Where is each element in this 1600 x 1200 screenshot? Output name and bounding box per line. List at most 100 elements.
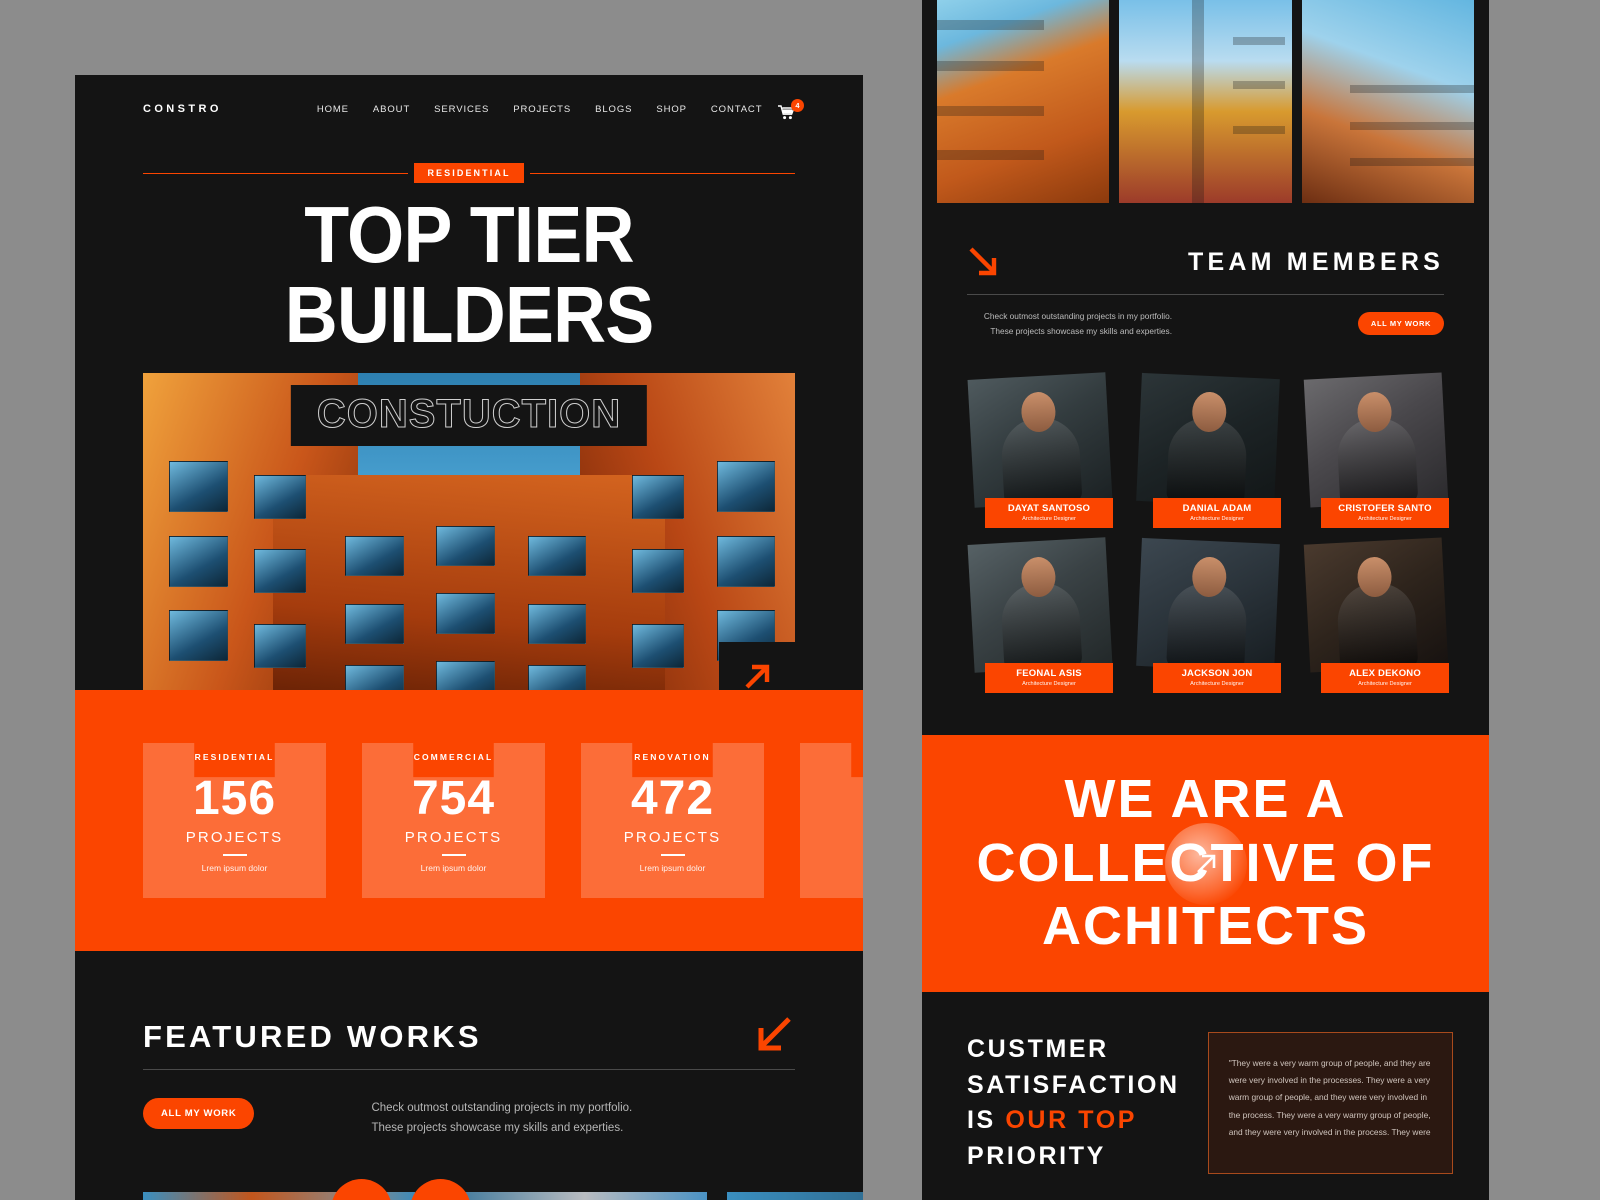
team-member-name: CRISTOFER SANTO [1338,503,1432,515]
team-member-card[interactable]: ALEX DEKONO Architecture Designer [1303,537,1449,694]
team-member-photo [967,372,1113,508]
architecture-photo [937,0,1110,203]
team-member-banner: FEONAL ASIS Architecture Designer [985,663,1113,694]
hero-section: RESIDENTIAL TOP TIER BUILDERS CONSTUCTIO… [75,163,863,1200]
nav-item-blogs[interactable]: BLOGS [595,104,632,115]
team-description: Check outmost outstanding projects in my… [983,311,1172,336]
team-section: TEAM MEMBERS Check outmost outstanding p… [922,203,1489,694]
carousel-next-button[interactable] [410,1179,471,1200]
satisfaction-line-3-accent: OUR TOP [1005,1106,1138,1135]
satisfaction-section: CUSTMER SATISFACTION IS OUR TOP PRIORITY… [922,992,1489,1175]
team-member-card[interactable]: FEONAL ASIS Architecture Designer [967,537,1113,694]
team-member-role: Architecture Designer [1358,516,1412,523]
satisfaction-line-4: PRIORITY [967,1141,1106,1170]
team-member-card[interactable]: JACKSON JON Architecture Designer [1135,537,1281,694]
stat-card[interactable]: COMMERCIAL 754 PROJECTS Lrem ipsum dolor [362,743,545,898]
arrow-down-right-icon[interactable] [967,245,1001,279]
team-member-role: Architecture Designer [1022,516,1076,523]
team-title: TEAM MEMBERS [1188,247,1444,276]
team-header: TEAM MEMBERS [967,203,1444,279]
featured-header: FEATURED WORKS [143,951,795,1055]
testimonial-text: "They were a very warm group of people, … [1228,1058,1431,1137]
arrow-down-left-icon[interactable] [753,1013,795,1055]
nav-links: HOME ABOUT SERVICES PROJECTS BLOGS SHOP … [317,104,763,115]
stat-subtext: Lrem ipsum dolor [420,862,487,873]
stat-subtext: Lrem ipsum dolor [639,862,706,873]
satisfaction-line-1: CUSTMER [967,1035,1109,1064]
hero-overlay-label: CONSTUCTION [290,385,648,446]
team-member-card[interactable]: DANIAL ADAM Architecture Designer [1135,372,1281,529]
team-all-my-work-button[interactable]: ALL MY WORK [1357,312,1444,336]
satisfaction-line-2: SATISFACTION [967,1070,1180,1099]
satisfaction-heading: CUSTMER SATISFACTION IS OUR TOP PRIORITY [967,1032,1180,1174]
team-member-name: DANIAL ADAM [1182,503,1252,515]
left-panel: CONSTRO HOME ABOUT SERVICES PROJECTS BLO… [75,75,863,1200]
nav-item-services[interactable]: SERVICES [434,104,489,115]
stat-card[interactable]: RESIDENTIAL 156 PROJECTS Lrem ipsum dolo… [143,743,326,898]
stats-list: RESIDENTIAL 156 PROJECTS Lrem ipsum dolo… [75,743,863,898]
stats-section: RESIDENTIAL 156 PROJECTS Lrem ipsum dolo… [75,690,863,951]
featured-title: FEATURED WORKS [143,1019,482,1054]
divider-left [143,172,409,174]
testimonial-box: "They were a very warm group of people, … [1207,1032,1453,1175]
nav-item-about[interactable]: ABOUT [373,104,410,115]
architecture-photo [1301,0,1474,203]
team-member-card[interactable]: DAYAT SANTOSO Architecture Designer [967,372,1113,529]
stat-divider [660,854,685,856]
stat-divider [222,854,247,856]
right-panel: TEAM MEMBERS Check outmost outstanding p… [922,0,1489,1200]
arrow-up-right-icon [1196,854,1215,873]
team-member-photo [1303,537,1449,673]
team-member-banner: ALEX DEKONO Architecture Designer [1321,663,1449,694]
stat-card-partial[interactable] [800,743,863,898]
team-member-photo [967,537,1113,673]
cart-button[interactable]: 4 [778,99,804,120]
carousel-prev-button[interactable] [331,1179,392,1200]
collective-banner: WE ARE A COLLECTIVE OF ACHITECTS [922,735,1489,993]
stat-label: RESIDENTIAL [194,752,275,762]
nav-item-contact[interactable]: CONTACT [711,104,763,115]
logo[interactable]: CONSTRO [143,103,222,115]
stat-unit: PROJECTS [185,829,284,846]
team-member-photo [1136,537,1280,673]
team-divider [967,294,1444,295]
hero-tagline-row: RESIDENTIAL [143,163,796,183]
stat-value: 472 [630,772,715,825]
team-member-banner: CRISTOFER SANTO Architecture Designer [1321,498,1449,529]
hero-carousel-controls [331,1179,471,1200]
nav-item-projects[interactable]: PROJECTS [513,104,571,115]
navbar: CONSTRO HOME ABOUT SERVICES PROJECTS BLO… [75,75,863,143]
architecture-photo-strip [922,0,1489,203]
arrow-up-right-icon [745,664,770,689]
nav-item-shop[interactable]: SHOP [656,104,687,115]
team-member-name: DAYAT SANTOSO [1007,503,1091,515]
cart-badge: 4 [791,99,804,112]
featured-description: Check outmost outstanding projects in my… [371,1102,633,1135]
stat-card[interactable]: RENOVATION 472 PROJECTS Lrem ipsum dolor [581,743,764,898]
banner-badge-button[interactable] [1164,822,1247,905]
team-member-card[interactable]: CRISTOFER SANTO Architecture Designer [1303,372,1449,529]
team-member-role: Architecture Designer [1022,681,1076,688]
team-member-photo [1136,372,1280,508]
project-thumbnail[interactable] [435,1192,707,1200]
nav-item-home[interactable]: HOME [317,104,349,115]
stat-divider [441,854,466,856]
stat-unit: PROJECTS [623,829,722,846]
divider-right [529,172,796,174]
featured-divider [143,1069,795,1070]
hero-image: CONSTUCTION [143,373,795,712]
featured-actions: ALL MY WORK Check outmost outstanding pr… [143,1098,795,1138]
all-my-work-button[interactable]: ALL MY WORK [143,1098,255,1129]
team-member-banner: DAYAT SANTOSO Architecture Designer [985,498,1113,529]
stat-value: 754 [411,772,496,825]
team-member-banner: DANIAL ADAM Architecture Designer [1153,498,1281,529]
team-member-role: Architecture Designer [1358,681,1412,688]
hero-tag: RESIDENTIAL [414,163,524,183]
stat-subtext: Lrem ipsum dolor [201,862,268,873]
stat-label: COMMERCIAL [413,752,494,762]
team-member-photo [1303,372,1449,508]
team-member-name: ALEX DEKONO [1349,668,1421,680]
team-grid: DAYAT SANTOSO Architecture Designer DANI… [967,372,1449,694]
featured-works-section: FEATURED WORKS ALL MY WORK Check outmost… [75,951,863,1138]
project-thumbnail[interactable] [727,1192,863,1200]
